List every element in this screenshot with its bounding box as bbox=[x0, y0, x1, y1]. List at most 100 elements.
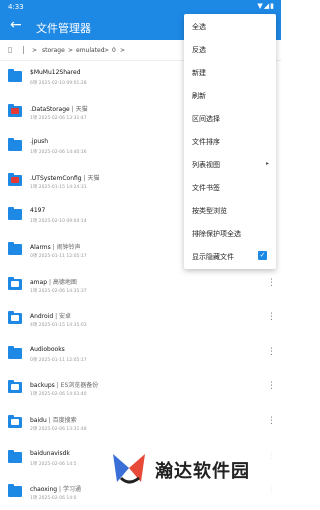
file-meta: 4项 2025-01-15 14:35:03 bbox=[30, 323, 87, 329]
list-item[interactable]: backups | ES浏览器备份 1项 2025-02-06 14:03:40 ⋮ bbox=[0, 371, 281, 406]
file-meta: 6项 2025-02-10 09:01:28 bbox=[30, 81, 87, 86]
menu-item[interactable]: 反选 bbox=[192, 45, 272, 55]
file-tag: | ES浏览器备份 bbox=[56, 382, 99, 390]
breadcrumb-item-0[interactable]: 0 bbox=[112, 47, 116, 54]
app-badge-icon bbox=[11, 176, 19, 183]
file-name-text: backups bbox=[30, 382, 55, 390]
menu-item[interactable]: 文件排序 bbox=[192, 137, 272, 147]
file-meta: 1项 2025-02-06 14:5 bbox=[30, 461, 77, 467]
file-name-text: baidu bbox=[30, 416, 47, 424]
app-badge-icon bbox=[11, 107, 19, 114]
file-name: Audiobooks bbox=[30, 346, 65, 353]
file-name-text: .DataStorage bbox=[30, 105, 70, 113]
folder-icon bbox=[8, 207, 22, 221]
menu-item-label: 区间选择 bbox=[192, 115, 220, 123]
more-options-icon[interactable]: ⋮ bbox=[267, 416, 276, 426]
overflow-menu: 全选 反选 新建 刷新 区间选择 文件排序 列表视图 ▸ 文件书签 按类型浏览 排除保护项全选 显示隐… bbox=[184, 14, 276, 269]
file-meta: 1项 2025-02-06 14:40:16 bbox=[30, 150, 87, 156]
file-tag: | 闹钟铃声 bbox=[52, 243, 81, 251]
menu-item-label: 显示隐藏文件 bbox=[192, 253, 234, 261]
menu-item-label: 刷新 bbox=[192, 92, 206, 100]
file-name: $MuMu12Shared bbox=[30, 69, 81, 76]
more-options-icon[interactable]: ⋮ bbox=[267, 381, 276, 391]
menu-item[interactable]: 显示隐藏文件 ✓ bbox=[192, 251, 272, 262]
file-tag: | 天猫 bbox=[71, 105, 88, 113]
file-tag: | 高德地图 bbox=[48, 278, 77, 286]
file-meta: 0项 2025-01-11 12:05:17 bbox=[30, 253, 87, 259]
file-meta: 2项 2025-02-06 13:31:48 bbox=[30, 426, 87, 432]
file-meta: 0项 2025-01-11 12:05:17 bbox=[30, 357, 87, 363]
more-options-icon[interactable]: ⋮ bbox=[267, 347, 276, 357]
breadcrumb-item-storage[interactable]: storage bbox=[42, 47, 65, 54]
breadcrumb-separator: > bbox=[104, 47, 110, 54]
file-name: chaoxing | 学习通 bbox=[30, 484, 81, 493]
file-name: Alarms | 闹钟铃声 bbox=[30, 242, 81, 251]
more-options-icon[interactable]: ⋮ bbox=[267, 312, 276, 322]
list-item[interactable]: Audiobooks 0项 2025-01-11 12:05:17 ⋮ bbox=[0, 337, 281, 372]
menu-item-label: 列表视图 bbox=[192, 161, 220, 169]
file-name-text: 4197 bbox=[30, 207, 46, 215]
folder-icon bbox=[8, 172, 22, 186]
back-arrow-icon[interactable]: ← bbox=[10, 17, 22, 33]
file-tag: | 天猫 bbox=[83, 174, 100, 182]
menu-item[interactable]: 文件书签 bbox=[192, 183, 272, 193]
menu-item[interactable]: 刷新 bbox=[192, 91, 272, 101]
watermark: 瀚达软件园 bbox=[105, 445, 281, 500]
menu-item[interactable]: 排除保护项全选 bbox=[192, 229, 272, 239]
file-name-text: .UTSystemConfig bbox=[30, 174, 82, 182]
file-name-text: Audiobooks bbox=[30, 345, 65, 353]
file-tag: | 安卓 bbox=[55, 313, 72, 321]
menu-item-label: 新建 bbox=[192, 69, 206, 77]
list-item[interactable]: amap | 高德地图 1项 2025-02-06 14:35:37 ⋮ bbox=[0, 268, 281, 303]
file-tag: | 学习通 bbox=[59, 486, 81, 494]
list-item[interactable]: Android | 安卓 4项 2025-01-15 14:35:03 ⋮ bbox=[0, 302, 281, 337]
file-name-text: amap bbox=[30, 278, 48, 286]
folder-icon bbox=[8, 103, 22, 117]
file-tag: | 百度搜索 bbox=[48, 416, 77, 424]
breadcrumb-divider-icon: | bbox=[22, 45, 25, 54]
file-meta: 1项 2025-02-06 14:03:40 bbox=[30, 392, 87, 398]
folder-icon bbox=[8, 69, 22, 82]
page-title: 文件管理器 bbox=[36, 22, 91, 35]
app-badge-icon bbox=[11, 315, 19, 322]
folder-icon bbox=[8, 484, 22, 498]
more-options-icon[interactable]: ⋮ bbox=[267, 278, 276, 288]
folder-icon bbox=[8, 345, 22, 359]
file-name-text: $MuMu12Shared bbox=[30, 69, 81, 76]
menu-item-label: 排除保护项全选 bbox=[192, 230, 241, 238]
breadcrumb-item-emulated[interactable]: emulated bbox=[76, 47, 105, 54]
menu-item[interactable]: 区间选择 bbox=[192, 114, 272, 124]
file-name: baidu | 百度搜索 bbox=[30, 415, 77, 424]
file-name-text: baidunavisdk bbox=[30, 449, 70, 457]
phone-storage-icon[interactable]: ▯ bbox=[8, 45, 12, 54]
status-icons: ▼◢▮ bbox=[257, 2, 275, 10]
menu-item-label: 反选 bbox=[192, 46, 206, 54]
file-name-text: Alarms bbox=[30, 243, 51, 251]
menu-item[interactable]: 列表视图 ▸ bbox=[192, 160, 272, 170]
file-name: backups | ES浏览器备份 bbox=[30, 380, 98, 389]
file-name: baidunavisdk bbox=[30, 450, 70, 457]
list-item[interactable]: baidu | 百度搜索 2项 2025-02-06 13:31:48 ⋮ bbox=[0, 406, 281, 441]
menu-item-label: 文件书签 bbox=[192, 184, 220, 192]
file-name: .jpush bbox=[30, 138, 48, 145]
file-name-text: Android bbox=[30, 313, 54, 321]
menu-item[interactable]: 按类型浏览 bbox=[192, 206, 272, 216]
folder-icon bbox=[8, 311, 22, 325]
app-badge-icon bbox=[11, 384, 19, 391]
folder-icon bbox=[8, 138, 22, 152]
folder-icon bbox=[8, 380, 22, 394]
file-name: .DataStorage | 天猫 bbox=[30, 104, 88, 113]
folder-icon bbox=[8, 414, 22, 428]
checkbox-checked-icon[interactable]: ✓ bbox=[258, 251, 267, 260]
submenu-arrow-icon: ▸ bbox=[266, 160, 270, 167]
menu-item[interactable]: 新建 bbox=[192, 68, 272, 78]
menu-item-label: 按类型浏览 bbox=[192, 207, 227, 215]
file-meta: 1项 2025-02-06 14:0 bbox=[30, 496, 77, 502]
folder-icon bbox=[8, 449, 22, 463]
file-name-text: .jpush bbox=[30, 138, 49, 146]
file-name: 4197 bbox=[30, 207, 45, 214]
menu-item[interactable]: 全选 bbox=[192, 22, 272, 32]
file-meta: 1项 2025-01-15 14:24:31 bbox=[30, 184, 87, 190]
file-name: amap | 高德地图 bbox=[30, 277, 77, 286]
file-meta: 1项 2025-02-06 13:31:47 bbox=[30, 115, 87, 121]
